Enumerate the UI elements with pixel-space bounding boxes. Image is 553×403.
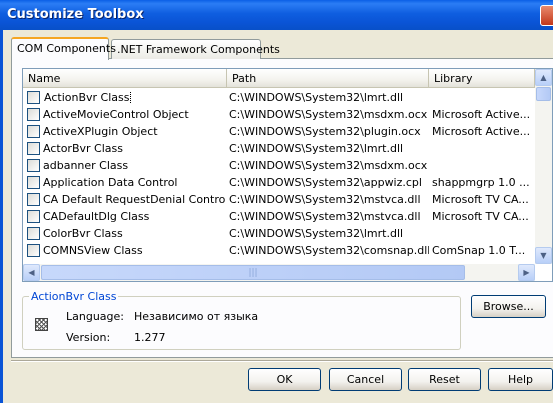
component-path: C:\WINDOWS\System32\msdxm.ocx bbox=[229, 108, 428, 121]
component-path: C:\WINDOWS\System32\plugin.ocx bbox=[229, 125, 421, 138]
column-header-name[interactable]: Name bbox=[23, 69, 227, 87]
component-checkbox[interactable] bbox=[27, 244, 40, 257]
component-path: C:\WINDOWS\System32\mstvca.dll bbox=[229, 193, 421, 206]
vertical-scrollbar[interactable]: ▲ ▼ bbox=[535, 69, 552, 264]
list-rows: ActionBvr Class C:\WINDOWS\System32\lmrt… bbox=[23, 89, 535, 264]
component-name: CA Default RequestDenial Control bbox=[43, 193, 225, 206]
component-path: C:\WINDOWS\System32\appwiz.cpl bbox=[229, 176, 422, 189]
component-library: ComSnap 1.0 T... bbox=[432, 244, 526, 257]
tab-net-framework-components[interactable]: .NET Framework Components bbox=[111, 39, 280, 59]
component-library: Microsoft Active... bbox=[432, 125, 531, 138]
version-value: 1.277 bbox=[134, 331, 166, 344]
component-name: COMNSView Class bbox=[43, 244, 143, 257]
component-path: C:\WINDOWS\System32\mstvca.dll bbox=[229, 210, 421, 223]
tab-com-components[interactable]: COM Components bbox=[11, 37, 116, 60]
version-label: Version: bbox=[66, 331, 111, 344]
component-name: adbanner Class bbox=[43, 159, 129, 172]
details-group-title: ActionBvr Class bbox=[29, 290, 119, 303]
horizontal-scroll-thumb[interactable]: ||| bbox=[41, 265, 465, 280]
component-checkbox[interactable] bbox=[27, 159, 40, 172]
component-checkbox[interactable] bbox=[27, 193, 40, 206]
window-frame bbox=[0, 30, 3, 403]
component-name: ActiveMovieControl Object bbox=[43, 108, 189, 121]
component-checkbox[interactable] bbox=[27, 210, 40, 223]
scroll-right-button[interactable]: ▶ bbox=[518, 264, 535, 281]
vertical-scroll-thumb[interactable] bbox=[536, 87, 551, 101]
customize-toolbox-dialog: Customize Toolbox COM Components .NET Fr… bbox=[0, 0, 553, 403]
component-path: C:\WINDOWS\System32\msdxm.ocx bbox=[229, 159, 428, 172]
component-path: C:\WINDOWS\System32\lmrt.dll bbox=[229, 91, 404, 104]
tab-label: COM Components bbox=[17, 42, 116, 55]
window-title: Customize Toolbox bbox=[7, 7, 144, 22]
cancel-button[interactable]: Cancel bbox=[329, 368, 402, 391]
component-icon bbox=[35, 318, 48, 331]
components-list[interactable]: Name Path Library ActionBvr Class C:\WIN… bbox=[22, 68, 553, 282]
component-path: C:\WINDOWS\System32\lmrt.dll bbox=[229, 227, 404, 240]
list-item[interactable]: CADefaultDlg Class C:\WINDOWS\System32\m… bbox=[23, 208, 535, 225]
list-item[interactable]: adbanner Class C:\WINDOWS\System32\msdxm… bbox=[23, 157, 535, 174]
component-name: CADefaultDlg Class bbox=[43, 210, 150, 223]
component-checkbox[interactable] bbox=[27, 142, 40, 155]
horizontal-scrollbar[interactable]: ◀ ||| ▶ bbox=[23, 264, 535, 281]
component-path: C:\WINDOWS\System32\comsnap.dll bbox=[229, 244, 429, 257]
component-checkbox[interactable] bbox=[27, 91, 40, 104]
list-item[interactable]: CA Default RequestDenial Control C:\WIND… bbox=[23, 191, 535, 208]
list-item[interactable]: Application Data Control C:\WINDOWS\Syst… bbox=[23, 174, 535, 191]
component-library: Microsoft Active... bbox=[432, 108, 531, 121]
close-window-button[interactable] bbox=[540, 5, 553, 26]
list-item[interactable]: ActiveXPlugin Object C:\WINDOWS\System32… bbox=[23, 123, 535, 140]
component-name: ActorBvr Class bbox=[43, 142, 123, 155]
component-name: ColorBvr Class bbox=[43, 227, 123, 240]
dialog-divider bbox=[11, 360, 553, 362]
component-name: Application Data Control bbox=[43, 176, 178, 189]
component-name: ActionBvr Class bbox=[43, 91, 132, 104]
help-button[interactable]: Help bbox=[488, 368, 553, 391]
scroll-left-button[interactable]: ◀ bbox=[23, 264, 40, 281]
title-bar[interactable]: Customize Toolbox bbox=[0, 0, 553, 30]
component-library: Microsoft TV CA... bbox=[432, 193, 529, 206]
list-item[interactable]: ActionBvr Class C:\WINDOWS\System32\lmrt… bbox=[23, 89, 535, 106]
list-item[interactable]: ActorBvr Class C:\WINDOWS\System32\lmrt.… bbox=[23, 140, 535, 157]
browse-button[interactable]: Browse... bbox=[471, 295, 546, 318]
list-item[interactable]: COMNSView Class C:\WINDOWS\System32\coms… bbox=[23, 242, 535, 259]
list-item[interactable]: ColorBvr Class C:\WINDOWS\System32\lmrt.… bbox=[23, 225, 535, 242]
list-item[interactable]: ActiveMovieControl Object C:\WINDOWS\Sys… bbox=[23, 106, 535, 123]
component-path: C:\WINDOWS\System32\lmrt.dll bbox=[229, 142, 404, 155]
component-checkbox[interactable] bbox=[27, 176, 40, 189]
component-checkbox[interactable] bbox=[27, 125, 40, 138]
scroll-up-button[interactable]: ▲ bbox=[535, 69, 552, 86]
scroll-down-button[interactable]: ▼ bbox=[535, 247, 552, 264]
language-value: Независимо от языка bbox=[134, 310, 259, 323]
component-library: shappmgrp 1.0 ... bbox=[432, 176, 530, 189]
component-name: ActiveXPlugin Object bbox=[43, 125, 158, 138]
component-library: Microsoft TV CA... bbox=[432, 210, 529, 223]
tab-label: .NET Framework Components bbox=[117, 43, 280, 56]
list-header: Name Path Library bbox=[23, 69, 552, 88]
column-header-library[interactable]: Library bbox=[429, 69, 535, 87]
language-label: Language: bbox=[66, 310, 124, 323]
component-checkbox[interactable] bbox=[27, 108, 40, 121]
ok-button[interactable]: OK bbox=[248, 368, 321, 391]
reset-button[interactable]: Reset bbox=[408, 368, 481, 391]
component-checkbox[interactable] bbox=[27, 227, 40, 240]
column-header-path[interactable]: Path bbox=[227, 69, 429, 87]
